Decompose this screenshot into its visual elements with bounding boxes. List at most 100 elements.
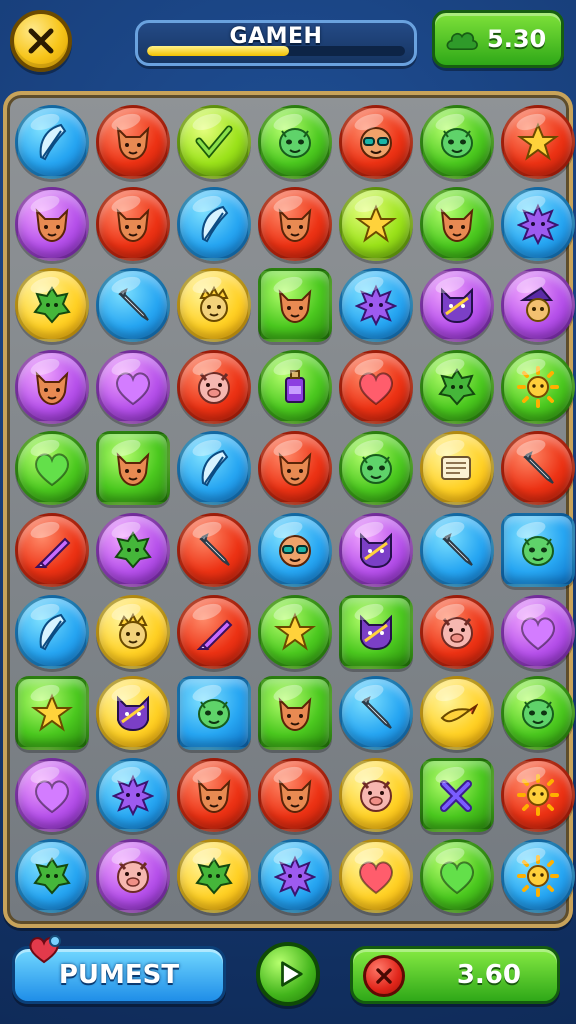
tile-blue-spiky-blob[interactable] [338,268,413,343]
board-cell [11,346,92,428]
tile-green-fox-face[interactable] [419,186,494,261]
tile-red-glasses-face[interactable] [338,105,413,179]
tile-red-pencil[interactable] [500,431,575,506]
tile-red-heart[interactable] [338,349,413,424]
tile-red-fox-face[interactable] [257,431,332,506]
heart-icon [358,861,393,895]
tile-purple-leaf-creature[interactable] [95,512,170,587]
tile-red-pig-face[interactable] [176,349,251,424]
tile-blue-alien-face[interactable] [500,512,575,587]
tile-blue-leaf-creature[interactable] [14,839,89,914]
tile-red-fox-face[interactable] [176,757,251,832]
tile-blue-pencil[interactable] [95,268,170,343]
leaf-creature-icon [194,857,233,895]
sun-icon [516,855,559,898]
heart-badge-icon [29,935,61,964]
board-cell [11,509,92,591]
heart-icon [439,861,474,895]
tile-yellow-heart[interactable] [338,839,413,914]
board-cell [497,509,576,591]
tile-red-fox-face[interactable] [95,186,170,261]
tile-red-crayon[interactable] [14,512,89,587]
tile-purple-heart[interactable] [500,594,575,669]
tile-yellow-pig-face[interactable] [338,757,413,832]
board-cell [416,835,497,917]
tile-green-x-mark[interactable] [419,757,494,832]
tile-blue-feather[interactable] [176,431,251,506]
tile-green-alien-face[interactable] [257,105,332,179]
tile-green-fox-face[interactable] [95,431,170,506]
tile-green-fox-face[interactable] [257,268,332,343]
heart-icon [34,453,69,487]
board-cell [335,672,416,754]
potion-icon [284,369,305,403]
tile-purple-pig-face[interactable] [95,839,170,914]
board-cell [416,264,497,346]
tile-yellow-bird[interactable] [419,676,494,751]
tile-purple-fox-face[interactable] [14,349,89,424]
tile-red-crayon[interactable] [176,594,251,669]
board-cell [254,101,335,183]
tile-green-alien-face[interactable] [419,105,494,179]
tile-purple-cat-face[interactable] [338,512,413,587]
board-cell [254,754,335,836]
tile-purple-heart[interactable] [95,349,170,424]
tile-yellow-leaf-creature[interactable] [14,268,89,343]
tile-red-pig-face[interactable] [419,594,494,669]
board-cell [335,346,416,428]
tile-green-alien-face[interactable] [500,676,575,751]
tile-yellow-crown-face[interactable] [95,594,170,669]
play-button[interactable] [256,942,320,1006]
tile-blue-spiky-blob[interactable] [257,839,332,914]
tile-blue-spiky-blob[interactable] [500,186,575,261]
tile-purple-witch-face[interactable] [500,268,575,343]
tile-green-cat-face[interactable] [338,594,413,669]
tile-red-star[interactable] [500,105,575,179]
tile-yellow-papers[interactable] [419,431,494,506]
tile-yellow-cat-face[interactable] [95,676,170,751]
tile-blue-pencil[interactable] [419,512,494,587]
board-cell [335,591,416,673]
star-icon [516,122,559,161]
close-button[interactable] [10,10,72,72]
tile-lime-star[interactable] [338,186,413,261]
tile-green-sun[interactable] [500,349,575,424]
tile-green-potion[interactable] [257,349,332,424]
tile-purple-fox-face[interactable] [14,186,89,261]
tile-yellow-crown-face[interactable] [176,268,251,343]
leaf-creature-icon [32,857,71,895]
tile-red-fox-face[interactable] [257,757,332,832]
tile-green-alien-face[interactable] [338,431,413,506]
tile-green-star[interactable] [14,676,89,751]
tile-blue-feather[interactable] [14,105,89,179]
tile-green-leaf-creature[interactable] [419,349,494,424]
board-cell [173,754,254,836]
tile-green-fox-face[interactable] [257,676,332,751]
tile-blue-feather[interactable] [176,186,251,261]
tile-green-star[interactable] [257,594,332,669]
tile-blue-pencil[interactable] [338,676,413,751]
tile-red-pencil[interactable] [176,512,251,587]
tile-purple-heart[interactable] [14,757,89,832]
tile-lime-check[interactable] [176,105,251,179]
board-cell [335,427,416,509]
tile-green-heart[interactable] [419,839,494,914]
tile-blue-glasses-face[interactable] [257,512,332,587]
board-cell [92,754,173,836]
tile-blue-spiky-blob[interactable] [95,757,170,832]
tile-blue-sun[interactable] [500,839,575,914]
fox-face-icon [278,779,311,813]
tile-yellow-leaf-creature[interactable] [176,839,251,914]
tile-green-heart[interactable] [14,431,89,506]
cancel-icon[interactable] [363,955,405,997]
board-cell [92,183,173,265]
tile-purple-cat-face[interactable] [419,268,494,343]
tile-red-fox-face[interactable] [257,186,332,261]
tile-blue-feather[interactable] [14,594,89,669]
spiky-blob-icon [354,284,397,327]
tile-red-sun[interactable] [500,757,575,832]
board-cell [173,264,254,346]
tile-blue-alien-face[interactable] [176,676,251,751]
board-cell [173,835,254,917]
tile-red-fox-face[interactable] [95,105,170,179]
